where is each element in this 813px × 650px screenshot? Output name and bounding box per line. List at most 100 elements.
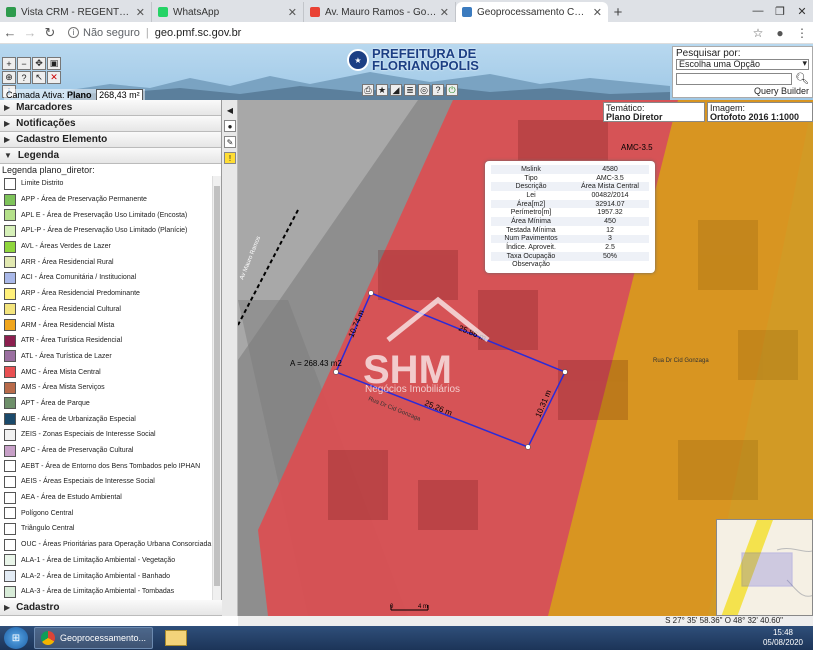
tab-1[interactable]: WhatsApp ✕	[152, 2, 304, 22]
start-button[interactable]: ⊞	[4, 627, 28, 649]
power-icon[interactable]: ⏻	[446, 84, 458, 96]
info-key: Mslink	[521, 165, 541, 173]
menu-icon[interactable]: ⋮	[791, 26, 813, 40]
info-key: Lei	[526, 191, 536, 199]
legend-item: ARM - Área Residencial Mista	[0, 317, 213, 333]
seal-icon: ★	[347, 49, 369, 71]
query-builder-link[interactable]: Query Builder	[676, 86, 809, 96]
full-extent-icon[interactable]: ▣	[47, 57, 61, 70]
globe-icon[interactable]: ◎	[418, 84, 430, 96]
tab-0[interactable]: Vista CRM - REGENTE IMÓVEIS✕	[0, 2, 152, 22]
legend-label: OUC - Áreas Prioritárias para Operação U…	[21, 541, 212, 549]
legend-swatch	[4, 209, 16, 222]
close-tab-icon[interactable]: ✕	[288, 6, 297, 19]
legend-label: ZEIS - Zonas Especiais de Interesse Soci…	[21, 431, 156, 439]
area-label: A = 268.43 m2	[290, 359, 342, 368]
tool-icons: ⎙ ★ ◢ ≣ ◎ ? ⏻	[362, 84, 458, 96]
url-field[interactable]: i Não seguro | geo.pmf.sc.gov.br	[68, 27, 241, 39]
favicon-icon	[462, 7, 472, 17]
minimize-button[interactable]: —	[747, 0, 769, 22]
pan-icon[interactable]: ✥	[32, 57, 46, 70]
legend-swatch	[4, 538, 16, 551]
collapse-panel-icon[interactable]: ◀	[224, 104, 236, 116]
search-input[interactable]	[676, 72, 793, 85]
legend-swatch	[4, 397, 16, 410]
url-text: geo.pmf.sc.gov.br	[154, 26, 242, 39]
help-icon[interactable]: ?	[432, 84, 444, 96]
legend-swatch	[4, 428, 16, 441]
legend-scrollbar[interactable]	[212, 176, 221, 600]
section-legenda[interactable]: ▼ Legenda	[0, 148, 221, 164]
section-marcadores[interactable]: ▶ Marcadores	[0, 100, 221, 116]
legend-item: ARP - Área Residencial Predominante	[0, 286, 213, 302]
legend-item: ARR - Área Residencial Rural	[0, 254, 213, 270]
folder-icon[interactable]	[165, 630, 188, 646]
new-tab-button[interactable]: +	[608, 2, 628, 22]
search-label: Pesquisar por:	[676, 48, 741, 59]
legend-label: AEBT - Área de Entorno dos Bens Tombados…	[21, 462, 201, 470]
measure-icon[interactable]: ◢	[390, 84, 402, 96]
zoom-out-icon[interactable]: −	[17, 57, 31, 70]
close-tab-icon[interactable]: ✕	[440, 6, 449, 19]
section-cadastro[interactable]: ▶ Cadastro	[0, 600, 222, 616]
tab-3[interactable]: Geoprocessamento Corporativo✕	[456, 2, 608, 22]
select-icon[interactable]: ↖	[32, 71, 46, 84]
info-value: 00482/2014	[591, 191, 629, 199]
maximize-button[interactable]: ❐	[769, 0, 791, 22]
clock: 15:48 05/08/2020	[763, 628, 803, 648]
legend-item: APL E - Área de Preservação Uso Limitado…	[0, 207, 213, 223]
section-cadastro-elemento[interactable]: ▶ Cadastro Elemento	[0, 132, 221, 148]
tab-bar: Vista CRM - REGENTE IMÓVEIS✕WhatsApp✕Av.…	[0, 0, 813, 22]
left-panel: ▶ Marcadores ▶ Notificações ▶ Cadastro Elem…	[0, 100, 222, 616]
legend-label: APT - Área de Parque	[21, 399, 90, 407]
tab-title: WhatsApp	[173, 6, 220, 18]
security-label: Não seguro	[83, 26, 140, 39]
section-notificacoes[interactable]: ▶ Notificações	[0, 116, 221, 132]
star-icon[interactable]: ☆	[747, 26, 769, 40]
identify-icon[interactable]: ?	[17, 71, 31, 84]
legend-label: APL E - Área de Preservação Uso Limitado…	[21, 211, 188, 219]
section-label: Cadastro	[16, 602, 60, 613]
favorite-icon[interactable]: ★	[376, 84, 388, 96]
note-icon[interactable]: ✎	[224, 136, 236, 148]
close-window-button[interactable]: ✕	[791, 0, 813, 22]
account-icon[interactable]: ●	[769, 26, 791, 40]
tab-2[interactable]: Av. Mauro Ramos - Google Maps✕	[304, 2, 456, 22]
warning-icon[interactable]: !	[224, 152, 236, 164]
legend-label: ATL - Área Turística de Lazer	[21, 352, 112, 360]
print-icon[interactable]: ⎙	[362, 84, 374, 96]
legend-list: Limite Distrito APP - Área de Preservação…	[0, 176, 213, 600]
zoom-in-icon[interactable]: +	[2, 57, 16, 70]
reload-icon[interactable]: ↻	[40, 25, 60, 41]
legend-label: AVL - Áreas Verdes de Lazer	[21, 243, 111, 251]
info-icon[interactable]: i	[68, 27, 79, 38]
favicon-icon	[6, 7, 16, 17]
search-panel: Pesquisar por: Escolha uma Opção 🔍︎ Quer…	[672, 46, 813, 98]
scrollbar-thumb[interactable]	[214, 186, 220, 586]
clear-icon[interactable]: ✕	[47, 71, 61, 84]
tab-title: Av. Mauro Ramos - Google Maps	[325, 6, 437, 18]
close-tab-icon[interactable]: ✕	[593, 6, 602, 19]
legend-label: AUE - Área de Urbanização Especial	[21, 415, 136, 423]
legend-item: APT - Área de Parque	[0, 396, 213, 412]
info-row: Tipo AMC-3.5	[491, 174, 649, 183]
zoom-window-icon[interactable]: ⊕	[2, 71, 16, 84]
legend-swatch	[4, 256, 16, 269]
watermark-sub: Negócios Imobiliários	[365, 384, 460, 395]
pin-icon[interactable]: ●	[224, 120, 236, 132]
taskbar-chrome[interactable]: Geoprocessamento...	[34, 627, 154, 649]
legend-swatch	[4, 177, 16, 190]
search-icon[interactable]: 🔍︎	[795, 72, 809, 85]
legend-label: APC - Área de Preservação Cultural	[21, 447, 134, 455]
legend-item: APC - Área de Preservação Cultural	[0, 443, 213, 459]
layers-icon[interactable]: ≣	[404, 84, 416, 96]
overview-map[interactable]	[716, 519, 813, 616]
back-icon[interactable]: ←	[0, 25, 20, 40]
forward-icon[interactable]: →	[20, 25, 40, 40]
legend-swatch	[4, 303, 16, 316]
legend-item: AEA - Área de Estudo Ambiental	[0, 490, 213, 506]
close-tab-icon[interactable]: ✕	[136, 6, 145, 19]
info-key: Perímetro[m]	[510, 209, 552, 217]
search-select[interactable]: Escolha uma Opção	[676, 59, 809, 70]
info-row: Lei 00482/2014	[491, 191, 649, 200]
